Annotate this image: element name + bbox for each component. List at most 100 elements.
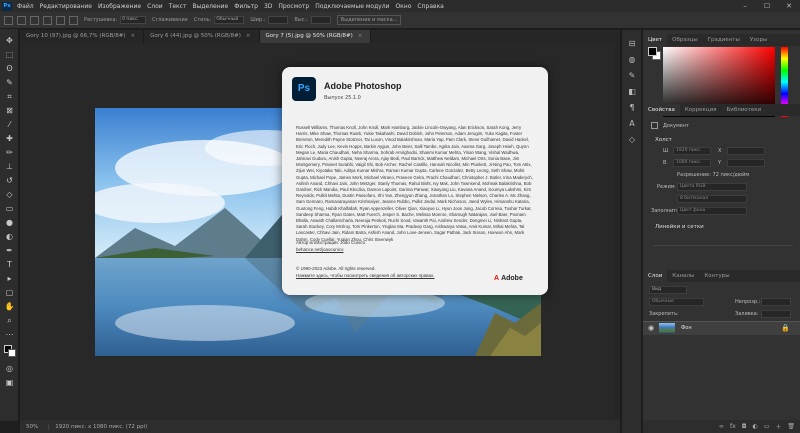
- menu-window[interactable]: Окно: [395, 3, 411, 10]
- history-panel-icon[interactable]: ⊟: [626, 38, 638, 50]
- menu-layer[interactable]: Слои: [147, 3, 163, 10]
- paragraph-panel-icon[interactable]: ¶: [626, 102, 638, 114]
- layer-style-icon[interactable]: fx: [730, 423, 736, 430]
- panel-foreground-swatch[interactable]: [648, 47, 657, 56]
- tab-paths[interactable]: Контуры: [699, 270, 734, 282]
- stamp-tool-icon[interactable]: ⊥: [3, 161, 16, 173]
- tab-swatches[interactable]: Образцы: [667, 34, 703, 46]
- marquee-tool-icon[interactable]: ⬚: [3, 49, 16, 61]
- layer-name[interactable]: Фон: [681, 325, 692, 331]
- opacity-field[interactable]: [761, 298, 791, 306]
- frame-tool-icon[interactable]: ⊠: [3, 105, 16, 117]
- menu-help[interactable]: Справка: [417, 3, 443, 10]
- dodge-tool-icon[interactable]: ◐: [3, 231, 16, 243]
- bit-depth-select[interactable]: 8 бит/канал: [677, 195, 747, 203]
- fill-opacity-field[interactable]: [761, 310, 791, 318]
- pen-tool-icon[interactable]: ✒: [3, 245, 16, 257]
- visibility-eye-icon[interactable]: ◉: [648, 324, 654, 332]
- menu-select[interactable]: Выделение: [192, 3, 228, 10]
- hand-tool-icon[interactable]: ✋: [3, 301, 16, 313]
- tab-adjustments[interactable]: Коррекция: [680, 104, 722, 116]
- menu-filter[interactable]: Фильтр: [234, 3, 258, 10]
- tab-layers[interactable]: Слои: [643, 270, 668, 282]
- legal-link[interactable]: Нажмите здесь, чтобы посмотреть сведения…: [296, 273, 434, 280]
- learn-panel-icon[interactable]: ◍: [626, 54, 638, 66]
- rulers-grids-section-title[interactable]: Линейки и сетки: [655, 224, 704, 230]
- artist-link[interactable]: behance.net/joaocunico: [296, 247, 365, 254]
- quick-mask-icon[interactable]: ◎: [3, 363, 16, 375]
- x-field[interactable]: [727, 147, 765, 155]
- fill-select[interactable]: Цвет фона: [677, 207, 747, 215]
- maximize-button[interactable]: ☐: [756, 0, 778, 12]
- screen-mode-icon[interactable]: ▣: [3, 377, 16, 389]
- vertical-scrollbar[interactable]: [614, 43, 620, 420]
- canvas-section-title[interactable]: Холст: [655, 137, 672, 143]
- character-panel-icon[interactable]: A: [626, 118, 638, 130]
- style-select[interactable]: Обычный: [214, 16, 245, 24]
- tab-close-icon[interactable]: ×: [131, 33, 136, 39]
- lasso-tool-icon[interactable]: ʘ: [3, 63, 16, 75]
- glyphs-panel-icon[interactable]: ◇: [626, 134, 638, 146]
- tab-libraries[interactable]: Библиотеки: [721, 104, 766, 116]
- gradient-tool-icon[interactable]: ▭: [3, 203, 16, 215]
- menu-type[interactable]: Текст: [169, 3, 187, 10]
- link-layers-icon[interactable]: ∞: [719, 423, 724, 430]
- select-and-mask-button[interactable]: Выделение и маска...: [336, 15, 402, 25]
- move-tool-icon[interactable]: ✥: [3, 35, 16, 47]
- path-select-tool-icon[interactable]: ▸: [3, 273, 16, 285]
- width-field[interactable]: 1920 пикс.: [673, 147, 711, 155]
- close-button[interactable]: ✕: [778, 0, 800, 12]
- tab-channels[interactable]: Каналы: [667, 270, 699, 282]
- brush-tool-icon[interactable]: ✏: [3, 147, 16, 159]
- y-field[interactable]: [727, 159, 765, 167]
- zoom-tool-icon[interactable]: ⌕: [3, 315, 16, 327]
- new-selection-icon[interactable]: [30, 15, 39, 25]
- mode-select[interactable]: Цвета RGB: [677, 183, 747, 191]
- delete-layer-icon[interactable]: 🗑: [787, 423, 795, 430]
- document-info[interactable]: 1920 пикс. x 1080 пикс. (72 ppi): [49, 424, 147, 430]
- shape-tool-icon[interactable]: ▢: [3, 287, 16, 299]
- subtract-selection-icon[interactable]: [56, 15, 65, 25]
- tab-color[interactable]: Цвет: [643, 34, 668, 46]
- blend-mode-select[interactable]: Обычные: [649, 298, 704, 306]
- eyedropper-tool-icon[interactable]: ⁄: [3, 119, 16, 131]
- add-selection-icon[interactable]: [43, 15, 52, 25]
- background-color-swatch[interactable]: [8, 349, 16, 357]
- adjustment-layer-icon[interactable]: ◐: [752, 423, 757, 430]
- adjustments-panel-icon[interactable]: ◧: [626, 86, 638, 98]
- intersect-selection-icon[interactable]: [69, 15, 78, 25]
- menu-edit[interactable]: Редактирование: [40, 3, 92, 10]
- layer-kind-filter[interactable]: Вид: [649, 286, 687, 294]
- more-tools-icon[interactable]: ⋯: [3, 329, 16, 341]
- type-tool-icon[interactable]: T: [3, 259, 16, 271]
- menu-plugins[interactable]: Подключаемые модули: [315, 3, 389, 10]
- eraser-tool-icon[interactable]: ◇: [3, 189, 16, 201]
- tab-close-icon[interactable]: ×: [246, 33, 251, 39]
- tab-patterns[interactable]: Узоры: [745, 34, 772, 46]
- document-tab[interactable]: Gory 10 (97).jpg @ 66,7% (RGB/8#) ×: [20, 30, 145, 43]
- document-tab[interactable]: Gory 6 (44).jpg @ 50% (RGB/8#) ×: [144, 30, 260, 43]
- marquee-preset-icon[interactable]: [17, 15, 26, 25]
- new-layer-icon[interactable]: ＋: [775, 422, 781, 431]
- document-tab-active[interactable]: Gory 7 (5).jpg @ 50% (RGB/8#) ×: [259, 30, 372, 43]
- menu-image[interactable]: Изображение: [98, 3, 141, 10]
- height-field[interactable]: 1080 пикс.: [673, 159, 711, 167]
- height-input[interactable]: [310, 16, 331, 24]
- menu-file[interactable]: Файл: [17, 3, 34, 10]
- minimize-button[interactable]: –: [734, 0, 756, 12]
- menu-view[interactable]: Просмотр: [278, 3, 309, 10]
- menu-3d[interactable]: 3D: [264, 3, 272, 10]
- width-input[interactable]: [268, 16, 289, 24]
- add-mask-icon[interactable]: ◘: [742, 423, 747, 430]
- history-brush-tool-icon[interactable]: ↺: [3, 175, 16, 187]
- tab-gradients[interactable]: Градиенты: [703, 34, 745, 46]
- tab-close-icon[interactable]: ×: [358, 33, 363, 39]
- feather-input[interactable]: 0 пикс.: [120, 16, 147, 24]
- blur-tool-icon[interactable]: ●: [3, 217, 16, 229]
- zoom-level[interactable]: 50%: [20, 423, 50, 430]
- about-dialog[interactable]: Ps Adobe Photoshop Выпуск 25.1.0 Russell…: [282, 67, 548, 295]
- smoothing-label[interactable]: Сглаживание: [152, 17, 188, 23]
- crop-tool-icon[interactable]: ⌗: [3, 91, 16, 103]
- brush-panel-icon[interactable]: ✎: [626, 70, 638, 82]
- home-icon[interactable]: [4, 15, 13, 25]
